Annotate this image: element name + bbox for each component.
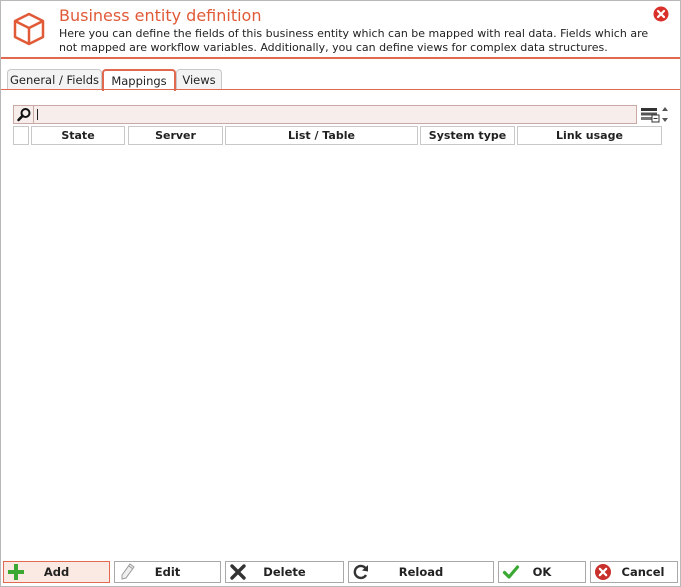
cube-icon	[13, 12, 45, 46]
column-header-server[interactable]: Server	[128, 126, 223, 145]
tab-mappings[interactable]: Mappings	[102, 69, 176, 91]
column-header-state[interactable]: State	[31, 126, 125, 145]
reload-button-label: Reload	[398, 565, 444, 579]
tab-underline	[1, 89, 680, 90]
business-entity-dialog: Business entity definition Here you can …	[0, 0, 681, 587]
edit-button-label: Edit	[154, 565, 181, 579]
column-header-system-type[interactable]: System type	[420, 126, 515, 145]
reload-button[interactable]: Reload	[348, 561, 494, 583]
dialog-title: Business entity definition	[59, 6, 262, 25]
ok-button[interactable]: OK	[498, 561, 586, 583]
dialog-description: Here you can define the fields of this b…	[59, 27, 649, 54]
text-cursor	[37, 109, 38, 120]
edit-button[interactable]: Edit	[114, 561, 221, 583]
tab-bar: General / Fields Mappings Views	[5, 69, 680, 91]
tab-views[interactable]: Views	[176, 69, 222, 90]
close-icon[interactable]	[653, 6, 669, 22]
search-input[interactable]	[36, 107, 634, 122]
cancel-button[interactable]: Cancel	[590, 561, 678, 583]
tab-general-fields[interactable]: General / Fields	[7, 69, 102, 90]
delete-button[interactable]: Delete	[225, 561, 344, 583]
column-header-link-usage[interactable]: Link usage	[517, 126, 662, 145]
column-chooser-icon[interactable]	[639, 105, 661, 124]
ok-button-label: OK	[532, 565, 552, 579]
delete-button-label: Delete	[263, 565, 306, 579]
row-selector-header[interactable]	[13, 126, 29, 145]
cancel-button-label: Cancel	[621, 565, 665, 579]
dialog-header: Business entity definition Here you can …	[1, 1, 680, 59]
add-button[interactable]: Add	[3, 561, 110, 583]
search-icon[interactable]	[14, 106, 34, 123]
column-header-list-table[interactable]: List / Table	[225, 126, 418, 145]
scroll-arrows-icon[interactable]	[661, 105, 669, 124]
search-bar	[13, 105, 637, 124]
add-button-label: Add	[43, 565, 70, 579]
